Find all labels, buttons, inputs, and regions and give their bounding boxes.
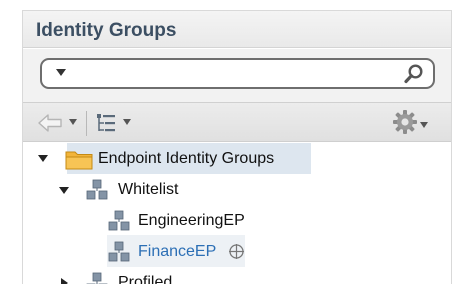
tree-toolbar bbox=[23, 102, 451, 142]
folder-icon bbox=[65, 151, 93, 170]
search-filter-dropdown-icon[interactable] bbox=[56, 69, 66, 76]
toolbar-divider bbox=[86, 111, 87, 136]
search-area bbox=[23, 49, 451, 102]
tree-node-label: Whitelist bbox=[118, 181, 179, 198]
search-box[interactable] bbox=[40, 58, 435, 89]
back-arrow-icon[interactable] bbox=[37, 112, 63, 134]
expand-toggle-icon[interactable] bbox=[59, 187, 69, 194]
endpoint-group-icon bbox=[108, 241, 130, 262]
tree-node-whitelist[interactable]: Whitelist bbox=[23, 174, 223, 204]
identity-groups-panel: Identity Groups Endpoint Identity Groups… bbox=[22, 10, 452, 284]
tree-node-label: FinanceEP bbox=[138, 243, 217, 260]
tree-node-label: Endpoint Identity Groups bbox=[98, 150, 275, 167]
expand-toggle-icon[interactable] bbox=[38, 155, 48, 162]
endpoint-group-icon bbox=[86, 272, 108, 284]
search-input[interactable] bbox=[76, 64, 396, 84]
endpoint-group-icon bbox=[108, 210, 130, 231]
tree-node-label: EngineeringEP bbox=[138, 212, 245, 229]
panel-header: Identity Groups bbox=[23, 10, 451, 48]
panel-title: Identity Groups bbox=[36, 20, 177, 41]
gear-icon[interactable] bbox=[391, 108, 419, 136]
crosshair-target-icon[interactable] bbox=[228, 243, 245, 260]
tree-node-financeep[interactable]: FinanceEP bbox=[23, 236, 253, 266]
tree-node-engineeringep[interactable]: EngineeringEP bbox=[23, 205, 263, 235]
search-icon[interactable] bbox=[403, 63, 425, 85]
tree-view-icon[interactable] bbox=[95, 112, 117, 134]
expand-toggle-icon[interactable] bbox=[61, 278, 68, 284]
tree-node-label: Profiled bbox=[118, 274, 173, 284]
tree-node-profiled[interactable]: Profiled bbox=[23, 268, 223, 284]
tree-node-endpoint-identity-groups[interactable]: Endpoint Identity Groups bbox=[23, 143, 323, 173]
back-dropdown-caret-icon[interactable] bbox=[69, 119, 77, 125]
endpoint-group-icon bbox=[86, 179, 108, 200]
settings-dropdown-caret-icon[interactable] bbox=[420, 122, 428, 128]
tree-view-dropdown-caret-icon[interactable] bbox=[123, 119, 131, 125]
